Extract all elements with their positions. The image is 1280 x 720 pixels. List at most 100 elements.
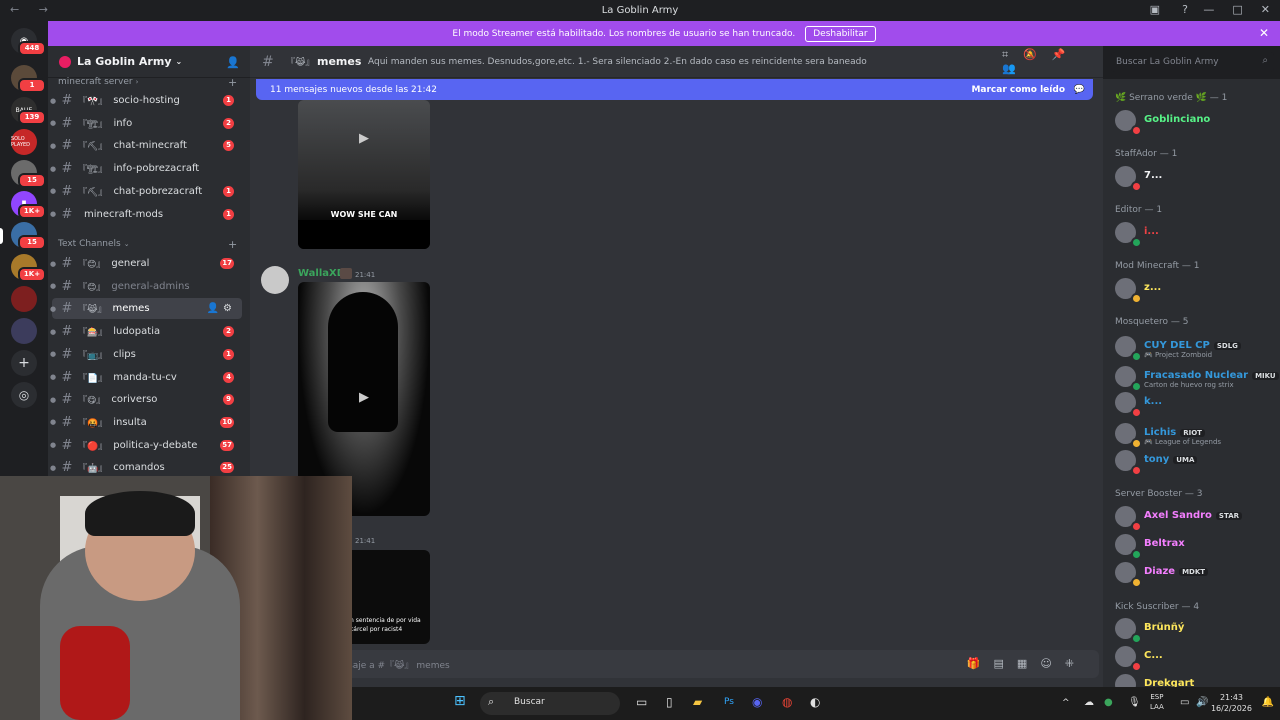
server-icon[interactable]: SOLO PLAYED [11,129,37,155]
banner-close-icon[interactable]: ✕ [1259,26,1269,40]
video-caption: WOW SHE CAN [330,210,398,219]
member-item[interactable]: 7... [1113,163,1278,193]
tray-chevron-icon[interactable]: ^ [1062,698,1070,708]
disable-streamer-button[interactable]: Deshabilitar [805,25,876,42]
close-icon[interactable]: ✕ [1261,3,1270,16]
play-icon[interactable]: ▶ [353,387,375,409]
channel-item-politica-y-debate[interactable]: ● # 『🔴』 politica-y-debate 57 [50,435,242,456]
invite-people-icon[interactable]: 👤 [226,56,240,69]
channel-item-insulta[interactable]: ● # 『🤬』 insulta 10 [50,412,242,433]
add-channel-icon[interactable]: + [228,238,237,251]
file-explorer-icon[interactable]: ▰ [693,695,702,709]
member-item[interactable]: i... [1113,219,1278,249]
unread-dot-icon: ● [50,304,57,313]
minimize-icon[interactable]: — [1203,3,1214,16]
member-item[interactable]: k... [1113,389,1278,419]
obs-icon[interactable]: ◐ [810,695,820,709]
member-item[interactable]: z... [1113,275,1278,305]
unread-dot-icon: ● [50,141,57,150]
discover-icon[interactable]: ◎ [11,382,37,408]
channel-label: politica-y-debate [113,439,198,451]
new-messages-text: 11 mensajes nuevos desde las 21:42 [270,84,437,95]
emoji-icon[interactable]: ☺ [1040,657,1064,670]
member-list-icon[interactable]: 👥 [1002,62,1031,75]
server-header[interactable]: La Goblin Army ⌄ 👤 [48,46,250,78]
gift-icon[interactable]: 🎁 [967,657,994,670]
invite-icon[interactable]: 👤 [207,303,223,314]
network-icon[interactable]: ▭ [1180,697,1189,708]
channel-label: coriverso [111,394,158,406]
category-text-channels[interactable]: Text Channels ⌄ + [58,238,237,251]
tray-app-icon[interactable]: ● [1104,697,1113,708]
channel-item-clips[interactable]: ● # 『📺』 clips 1 [50,344,242,365]
taskbar-clock[interactable]: 21:43 16/2/2026 [1211,692,1252,714]
photoshop-icon[interactable]: Ps [724,697,734,707]
member-item[interactable]: Axel Sandro STAR [1113,503,1278,533]
inbox-icon[interactable]: ▣ [1150,3,1160,16]
mention-badge: 17 [220,258,234,269]
member-item[interactable]: Goblinciano [1113,107,1278,137]
chrome-icon[interactable]: ◍ [782,695,792,709]
webcam-hair [85,491,195,536]
channel-topic[interactable]: Aqui manden sus memes. Desnudos,gore,etc… [368,57,928,67]
channel-item-minecraft-mods[interactable]: ● # minecraft-mods 1 [50,204,242,225]
role-header: Mod Minecraft — 1 [1115,261,1200,271]
mute-bell-icon[interactable]: 🔕 [1023,48,1052,61]
add-channel-icon[interactable]: + [228,76,237,89]
task-view-icon[interactable]: ▭ [636,695,647,709]
language-indicator[interactable]: ESP LAA [1150,692,1164,712]
message-input[interactable]: saje a #『😹』 memes 🎁▤▦☺⁜ [344,650,1099,678]
member-item[interactable]: C... [1113,643,1278,673]
avatar[interactable] [261,266,289,294]
apps-icon[interactable]: ⁜ [1065,657,1087,670]
member-item[interactable]: Diaze MDKT [1113,559,1278,589]
mic-icon[interactable]: 🎙 [1128,697,1141,708]
play-icon[interactable]: ▶ [353,128,375,150]
channel-item-info-pobrezacraft[interactable]: ● # 『🏗』 info-pobrezacraft [50,158,242,179]
channel-item-coriverso[interactable]: ● # 『😋』 coriverso 9 [50,389,242,410]
video-embed[interactable]: WOW SHE CAN ▶ [298,100,430,249]
channel-item-info[interactable]: ● # 『🏗』 info 2 [50,113,242,134]
member-activity: 🎮 Project Zomboid [1144,351,1213,359]
member-item[interactable]: Drekgart [1113,671,1278,687]
member-item[interactable]: CUY DEL CP SDLG 🎮 Project Zomboid [1113,333,1278,363]
taskbar-search[interactable]: ⌕ Buscar [480,692,620,715]
channel-item-ludopatia[interactable]: ● # 『🎰』 ludopatia 2 [50,321,242,342]
search-input[interactable]: Buscar La Goblin Army ⌕ [1111,52,1274,72]
message-author[interactable]: WallaXD [298,268,345,279]
channel-item-general[interactable]: ● # 『😊』 general 17 [50,253,242,274]
streamer-mode-banner: El modo Streamer está habilitado. Los no… [48,21,1280,46]
volume-icon[interactable]: 🔊 [1196,697,1208,708]
channel-item-chat-minecraft[interactable]: ● # 『⛏』 chat-minecraft 5 [50,135,242,156]
member-tag: STAR [1215,512,1243,520]
channel-item-manda-tu-cv[interactable]: ● # 『📄』 manda-tu-cv 4 [50,367,242,388]
video-caption: n sentencia de por vida cárcel por racis… [350,617,421,633]
windows-start-icon[interactable]: ⊞ [454,693,466,709]
pin-icon[interactable]: 📌 [1052,48,1081,61]
app-icon[interactable]: ▯ [666,695,673,709]
new-messages-bar[interactable]: 11 mensajes nuevos desde las 21:42 Marca… [256,79,1093,100]
channel-item-general-admins[interactable]: ● # 『😊』 general-admins [50,276,242,297]
channel-item-chat-pobrezacraft[interactable]: ● # 『⛏』 chat-pobrezacraft 1 [50,181,242,202]
notification-icon[interactable]: 🔔 [1262,697,1274,708]
channel-item-memes[interactable]: ● # 『😹』 memes 👤⚙ [50,298,242,320]
server-icon[interactable] [11,318,37,344]
member-item[interactable]: Beltrax [1113,531,1278,561]
member-item[interactable]: Lichis RIOT 🎮 League of Legends [1113,420,1278,450]
maximize-icon[interactable]: □ [1232,3,1242,16]
discord-taskbar-icon[interactable]: ◉ [752,695,762,709]
add-server-icon[interactable]: + [11,350,37,376]
channel-item-socio-hosting[interactable]: ● # 『🎌』 socio-hosting 1 [50,90,242,111]
sticker-icon[interactable]: ▦ [1017,657,1040,670]
member-item[interactable]: tony UMA [1113,447,1278,477]
settings-gear-icon[interactable]: ⚙ [223,303,236,314]
threads-icon[interactable]: ⌗ [1002,48,1023,61]
onedrive-icon[interactable]: ☁ [1084,697,1094,708]
category-minecraft-server[interactable]: minecraft server › + [58,76,237,89]
help-icon[interactable]: ? [1182,3,1188,16]
member-item[interactable]: Brünñý [1113,615,1278,645]
mark-as-read-button[interactable]: Marcar como leído [971,85,1065,95]
server-icon[interactable] [11,286,37,312]
gif-icon[interactable]: ▤ [994,657,1017,670]
member-name: Diaze MDKT [1144,566,1209,577]
